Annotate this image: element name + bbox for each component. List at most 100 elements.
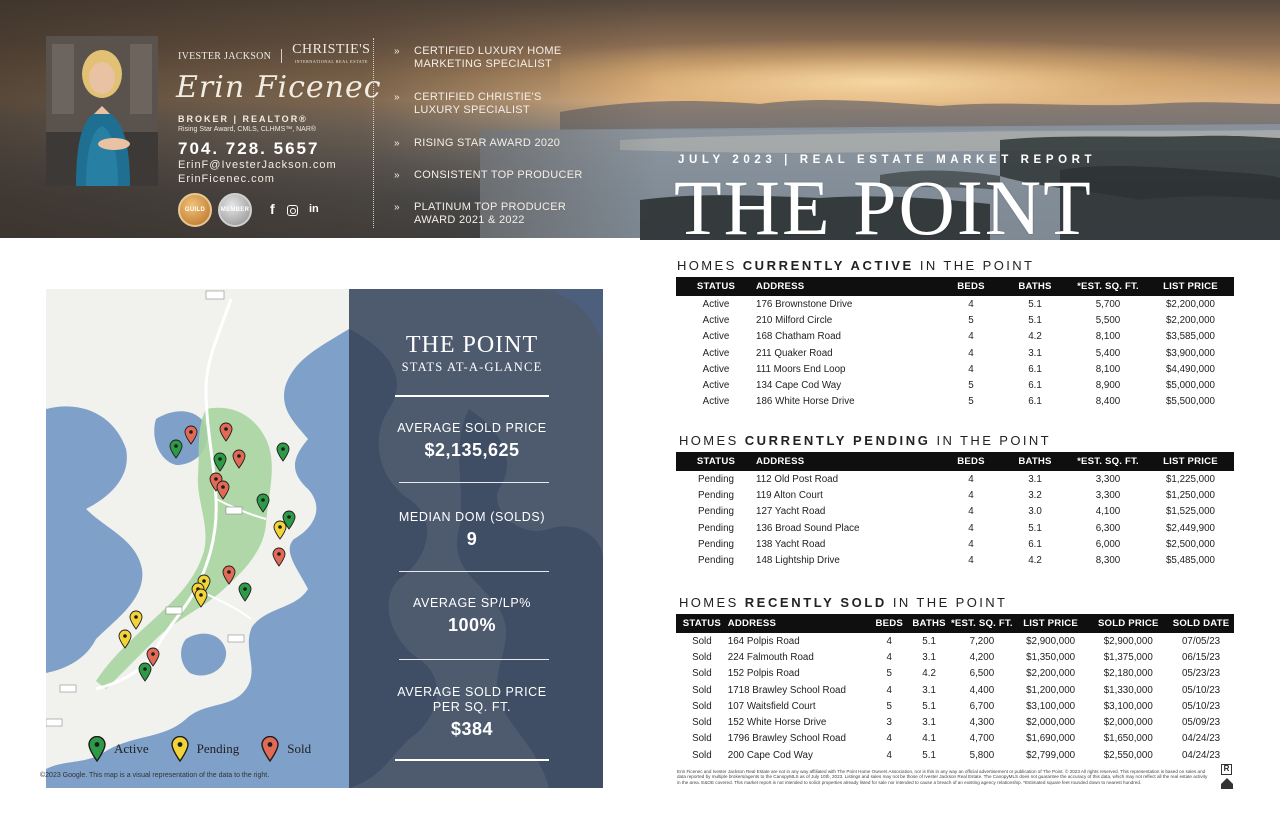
stats-divider [395, 759, 549, 761]
table-row[interactable]: Sold 200 Cape Cod Way 4 5.1 5,800 $2,799,000 $… [676, 747, 1234, 763]
table-row[interactable]: Active 186 White Horse Drive 5 6.1 8,400 $5,5… [676, 394, 1234, 410]
table-cell: 5.1 [922, 700, 936, 712]
table-cell: 4 [968, 473, 974, 485]
facebook-icon[interactable]: f [270, 201, 275, 217]
chevron-icon: » [394, 170, 400, 181]
table-cell: 5,400 [1095, 347, 1121, 359]
table-cell: $2,200,000 [1165, 298, 1216, 310]
table-cell: 4 [968, 522, 974, 534]
ivester-jackson-logo: IVESTER JACKSON [178, 50, 272, 62]
neighborhood-map[interactable] [46, 289, 349, 788]
table-cell: 6.1 [1028, 538, 1042, 550]
table-cell: 5.1 [922, 635, 936, 647]
table-cell: 05/09/23 [1181, 717, 1221, 729]
agent-role: BROKER | REALTOR® [178, 114, 308, 124]
table-cell: 186 White Horse Drive [756, 396, 855, 408]
chevron-icon: » [394, 202, 400, 213]
legend-sold-label: Sold [287, 741, 312, 756]
table-cell: Active [702, 363, 730, 375]
table-row[interactable]: Sold 107 Waitsfield Court 5 5.1 6,700 $3,100,… [676, 698, 1234, 714]
column-header: *EST. SQ. FT. [1069, 452, 1147, 471]
active-pin-icon [88, 736, 106, 762]
table-cell: Pending [698, 473, 734, 485]
table-row[interactable]: Active 168 Chatham Road 4 4.2 8,100 $3,585,00… [676, 329, 1234, 345]
table-cell: $2,900,000 [1026, 635, 1076, 647]
table-row[interactable]: Pending 127 Yacht Road 4 3.0 4,100 $1,525,000 [676, 504, 1234, 520]
table-row[interactable]: Active 211 Quaker Road 4 3.1 5,400 $3,900,000 [676, 345, 1234, 361]
table-cell: 5.1 [1028, 314, 1042, 326]
table-row[interactable]: Pending 148 Lightship Drive 4 4.2 8,300 $5,48… [676, 552, 1234, 568]
stat-label: MEDIAN DOM (SOLDS) [398, 510, 546, 524]
christies-logo: CHRISTIE'S INTERNATIONAL REAL ESTATE [292, 42, 371, 68]
pending-section-title: HOMES CURRENTLY PENDING IN THE POINT [679, 433, 1051, 448]
table-row[interactable]: Sold 152 Polpis Road 5 4.2 6,500 $2,200,000 $2… [676, 666, 1234, 682]
table-cell: 3.1 [922, 717, 936, 729]
page-title: THE POINT [674, 164, 1093, 241]
table-cell: 176 Brownstone Drive [756, 298, 853, 310]
sold-section-title: HOMES RECENTLY SOLD IN THE POINT [679, 595, 1007, 610]
stat-label: AVERAGE SOLD PRICE [397, 685, 547, 699]
table-cell: 4 [886, 749, 892, 761]
table-cell: Sold [692, 635, 712, 647]
title-emphasis: RECENTLY SOLD [744, 595, 887, 610]
table-cell: Sold [692, 651, 712, 663]
table-cell: 5,800 [969, 749, 995, 761]
table-row[interactable]: Active 176 Brownstone Drive 4 5.1 5,700 $2,20… [676, 296, 1234, 312]
column-header: BATHS [907, 614, 951, 633]
table-row[interactable]: Sold 152 White Horse Drive 3 3.1 4,300 $2,000… [676, 714, 1234, 730]
agent-credentials: Rising Star Award, CMLS, CLHMS™, NAR® [178, 126, 317, 133]
legend-pending-label: Pending [196, 741, 240, 756]
table-row[interactable]: Active 210 Milford Circle 5 5.1 5,500 $2,200,… [676, 312, 1234, 328]
table-cell: 4 [968, 555, 974, 567]
accolade-item: » CONSISTENT TOP PRODUCER [394, 169, 584, 201]
table-row[interactable]: Pending 119 Alton Court 4 3.2 3,300 $1,250,00… [676, 487, 1234, 503]
table-header-row: STATUS ADDRESS BEDS BATHS *EST. SQ. FT. LIST … [676, 277, 1234, 296]
table-cell: 4,200 [969, 651, 995, 663]
column-header: BEDS [941, 452, 1001, 471]
table-cell: Active [702, 396, 730, 408]
accolade-line: CERTIFIED LUXURY HOME [414, 45, 562, 57]
table-cell: 148 Lightship Drive [756, 555, 840, 567]
guild-badge: GUILD [178, 193, 212, 227]
table-row[interactable]: Sold 1718 Brawley School Road 4 3.1 4,400 $1,… [676, 682, 1234, 698]
table-cell: 4,700 [969, 733, 995, 745]
table-cell: 5 [968, 380, 974, 392]
agent-website[interactable]: ErinFicenec.com [178, 173, 275, 185]
table-cell: 4.2 [922, 668, 936, 680]
table-row[interactable]: Active 134 Cape Cod Way 5 6.1 8,900 $5,000,00… [676, 377, 1234, 393]
table-cell: Active [702, 314, 730, 326]
agent-phone[interactable]: 704. 728. 5657 [178, 139, 319, 159]
table-row[interactable]: Active 111 Moors End Loop 4 6.1 8,100 $4,490,… [676, 361, 1234, 377]
table-row[interactable]: Pending 138 Yacht Road 4 6.1 6,000 $2,500,000 [676, 536, 1234, 552]
table-row[interactable]: Pending 136 Broad Sound Place 4 5.1 6,300 $2,… [676, 520, 1234, 536]
table-cell: 4 [968, 298, 974, 310]
pin-center-dot [134, 615, 138, 619]
table-row[interactable]: Pending 112 Old Post Road 4 3.1 3,300 $1,225,… [676, 471, 1234, 487]
legal-disclaimer: Erin Ficenec and Ivester Jackson Real Es… [677, 769, 1208, 785]
table-row[interactable]: Sold 164 Polpis Road 4 5.1 7,200 $2,900,000 $2… [676, 633, 1234, 649]
linkedin-icon[interactable]: in [309, 203, 319, 215]
table-cell: 3.2 [1028, 489, 1042, 501]
table-cell: $3,100,000 [1103, 700, 1153, 712]
pin-center-dot [287, 515, 291, 519]
christies-logo-text: CHRISTIE'S [292, 42, 371, 57]
instagram-icon[interactable] [287, 205, 298, 216]
table-row[interactable]: Sold 224 Falmouth Road 4 3.1 4,200 $1,350,000… [676, 649, 1234, 665]
table-cell: $3,100,000 [1026, 700, 1076, 712]
column-header: *EST. SQ. FT. [1069, 277, 1147, 296]
table-cell: $4,490,000 [1165, 363, 1216, 375]
agent-email[interactable]: ErinF@IvesterJackson.com [178, 159, 337, 171]
pin-center-dot [189, 430, 193, 434]
table-cell: 3.0 [1028, 506, 1042, 518]
pin-center-dot [243, 587, 247, 591]
column-header: BEDS [941, 277, 1001, 296]
table-cell: 6,700 [969, 700, 995, 712]
column-header: LIST PRICE [1147, 452, 1234, 471]
agent-portrait [46, 36, 158, 186]
table-row[interactable]: Sold 1796 Brawley School Road 4 4.1 4,700 $1,… [676, 731, 1234, 747]
logo-divider [281, 49, 283, 63]
table-cell: $2,200,000 [1026, 668, 1076, 680]
table-cell: $2,500,000 [1165, 538, 1216, 550]
column-header: ADDRESS [756, 452, 941, 471]
stats-divider [399, 571, 549, 572]
